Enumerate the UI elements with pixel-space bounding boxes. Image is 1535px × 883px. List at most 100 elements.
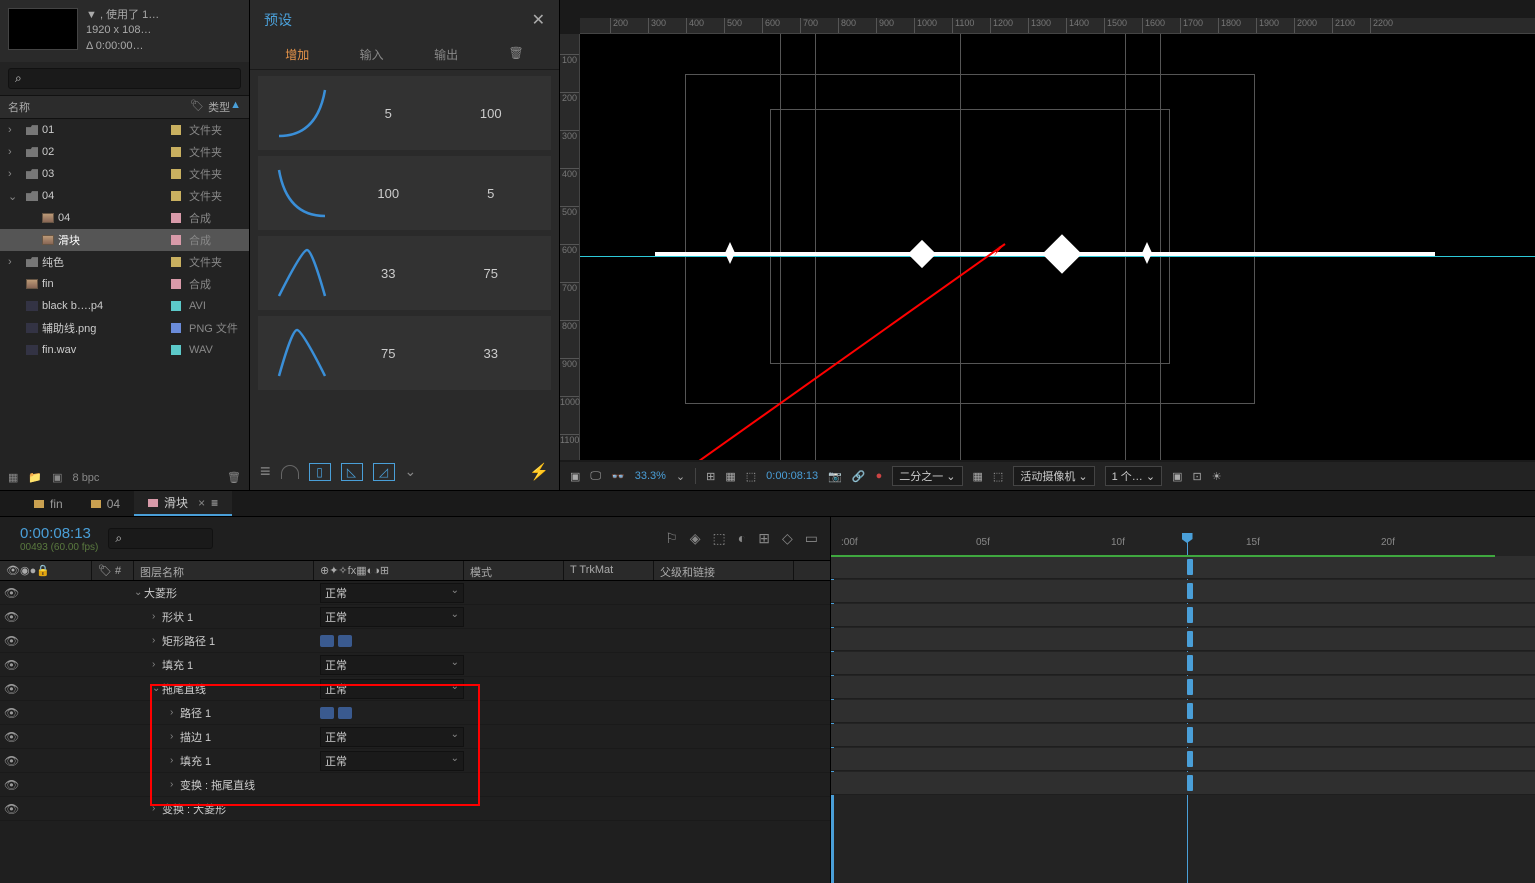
preset-tab-input[interactable]: 输入 <box>360 46 384 63</box>
twirl-icon[interactable]: › <box>152 659 162 670</box>
region-icon[interactable]: ⬚ <box>993 470 1003 483</box>
visibility-icon[interactable]: 👁 <box>4 706 18 720</box>
visibility-icon[interactable]: 👁 <box>4 682 18 696</box>
delete-icon[interactable]: 🗑 <box>509 46 524 63</box>
blend-mode-select[interactable]: 正常⌄ <box>320 655 464 675</box>
twirl-icon[interactable]: ⌄ <box>134 587 144 598</box>
twirl-icon[interactable]: › <box>170 707 180 718</box>
visibility-icon[interactable]: 👁 <box>4 754 18 768</box>
monitor-icon[interactable]: ▣ <box>570 470 580 483</box>
twirl-icon[interactable]: › <box>152 803 162 814</box>
visibility-icon[interactable]: 👁 <box>4 658 18 672</box>
preset-item[interactable]: 7533 <box>258 316 551 390</box>
blend-mode-select[interactable]: 正常⌄ <box>320 751 464 771</box>
twirl-icon[interactable]: › <box>152 635 162 646</box>
project-item[interactable]: ›02文件夹 <box>0 141 249 163</box>
project-item[interactable]: ⌄04文件夹 <box>0 185 249 207</box>
bolt-icon[interactable]: ⚡ <box>529 462 549 482</box>
timeline-tracks[interactable] <box>830 555 1535 883</box>
timeline-tab[interactable]: 04 <box>77 491 134 516</box>
close-icon[interactable]: ✕ <box>532 10 545 30</box>
zoom-level[interactable]: 33.3% <box>635 470 666 482</box>
project-item[interactable]: black b….p4AVI <box>0 295 249 317</box>
project-item[interactable]: ›纯色文件夹 <box>0 251 249 273</box>
preset-tab-output[interactable]: 输出 <box>434 46 458 63</box>
twirl-icon[interactable]: › <box>8 146 18 158</box>
curve-mode-1-icon[interactable]: ▯ <box>309 463 331 481</box>
blend-mode-select[interactable]: 正常⌄ <box>320 583 464 603</box>
visibility-icon[interactable]: 👁 <box>4 634 18 648</box>
visibility-icon[interactable]: 👁 <box>4 586 18 600</box>
viewer-canvas[interactable] <box>580 34 1535 460</box>
preset-item[interactable]: 5100 <box>258 76 551 150</box>
trash-icon[interactable]: 🗑 <box>227 471 241 484</box>
mask-icon[interactable]: ⬚ <box>746 470 756 483</box>
timeline-tab[interactable]: 滑块× ≡ <box>134 491 232 516</box>
preset-item[interactable]: 3375 <box>258 236 551 310</box>
twirl-icon[interactable]: › <box>152 611 162 622</box>
timeline-tab[interactable]: fin <box>20 491 77 516</box>
camera-select[interactable]: 活动摄像机 ⌄ <box>1013 466 1094 486</box>
project-item[interactable]: ›01文件夹 <box>0 119 249 141</box>
curve-mode-2-icon[interactable]: ◺ <box>341 463 363 481</box>
twirl-icon[interactable]: ⌄ <box>152 683 162 694</box>
blend-mode-select[interactable]: 正常⌄ <box>320 607 464 627</box>
twirl-icon[interactable]: › <box>170 731 180 742</box>
project-item[interactable]: 辅助线.pngPNG 文件 <box>0 317 249 339</box>
project-item[interactable]: fin合成 <box>0 273 249 295</box>
project-search[interactable]: ⌕ <box>8 68 241 89</box>
project-search-input[interactable] <box>26 73 234 85</box>
display-icon[interactable]: 🖵 <box>590 470 601 483</box>
tag-icon[interactable]: ◇ <box>782 530 793 547</box>
preset-tab-add[interactable]: 增加 <box>285 46 309 63</box>
curve-mode-3-icon[interactable]: ◿ <box>373 463 395 481</box>
twirl-icon[interactable]: › <box>170 755 180 766</box>
new-comp-icon[interactable]: ▣ <box>52 471 62 484</box>
blend-mode-select[interactable]: 正常⌄ <box>320 679 464 699</box>
shy-icon[interactable]: ⚐ <box>665 530 678 547</box>
link-icon[interactable]: 🔗 <box>852 470 866 483</box>
timeline-search[interactable]: ⌕ <box>108 528 213 549</box>
blend-mode-select[interactable]: 正常⌄ <box>320 727 464 747</box>
close-icon[interactable]: × <box>198 496 205 510</box>
playhead[interactable] <box>1187 535 1188 555</box>
views-select[interactable]: 1 个… ⌄ <box>1105 466 1162 486</box>
twirl-icon[interactable]: › <box>170 779 180 790</box>
resolution-select[interactable]: 二分之一 ⌄ <box>892 466 962 486</box>
pixel-icon[interactable]: ⊡ <box>1192 470 1201 483</box>
twirl-icon[interactable]: › <box>8 256 18 268</box>
visibility-icon[interactable]: 👁 <box>4 610 18 624</box>
project-item[interactable]: ›03文件夹 <box>0 163 249 185</box>
blur-icon[interactable]: ◐ <box>738 530 746 547</box>
visibility-icon[interactable]: 👁 <box>4 778 18 792</box>
safezone-icon[interactable]: ▦ <box>725 470 735 483</box>
twirl-icon[interactable]: › <box>8 168 18 180</box>
snapshot-icon[interactable]: 📷 <box>828 470 842 483</box>
hamburger-icon[interactable]: ≡ <box>260 461 271 482</box>
fx-icon[interactable]: ⬚ <box>713 530 726 547</box>
grid-icon[interactable]: ⊞ <box>706 470 715 483</box>
exposure-icon[interactable]: ☀ <box>1212 470 1222 483</box>
cube-icon[interactable]: ◈ <box>690 530 701 547</box>
folder-swatch-icon[interactable]: ▦ <box>8 471 18 484</box>
project-tree[interactable]: ›01文件夹›02文件夹›03文件夹⌄04文件夹04合成滑块合成›纯色文件夹fi… <box>0 119 249 361</box>
new-folder-icon[interactable]: 📁 <box>28 471 42 484</box>
chevron-down-icon[interactable]: ⌄ <box>405 463 417 480</box>
project-item[interactable]: fin.wavWAV <box>0 339 249 361</box>
goggles-icon[interactable]: 👓 <box>611 470 625 483</box>
marker-icon[interactable]: ▭ <box>805 530 818 547</box>
visibility-icon[interactable]: 👁 <box>4 802 18 816</box>
preset-item[interactable]: 1005 <box>258 156 551 230</box>
transparency-icon[interactable]: ▦ <box>973 470 983 483</box>
project-item[interactable]: 滑块合成 <box>0 229 249 251</box>
graph-icon[interactable]: ⊞ <box>758 530 770 547</box>
twirl-icon[interactable]: ⌄ <box>8 190 18 203</box>
twirl-icon[interactable]: › <box>8 124 18 136</box>
color-icon[interactable]: ● <box>876 470 883 482</box>
timeline-ruler[interactable]: :00f05f10f15f20f <box>830 517 1535 560</box>
visibility-icon[interactable]: 👁 <box>4 730 18 744</box>
view-icon[interactable]: ▣ <box>1172 470 1182 483</box>
chevron-down-icon[interactable]: ⌄ <box>676 470 685 483</box>
current-time[interactable]: 0:00:08:13 <box>766 470 818 482</box>
timecode[interactable]: 0:00:08:13 <box>20 525 98 542</box>
